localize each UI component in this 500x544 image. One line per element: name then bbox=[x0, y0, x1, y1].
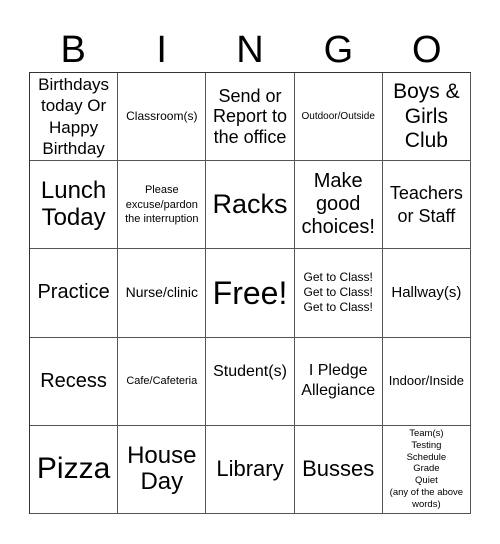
bingo-cell[interactable]: Make good choices! bbox=[294, 161, 383, 250]
header-letter-b: B bbox=[60, 29, 86, 71]
bingo-cell[interactable]: Boys & Girls Club bbox=[382, 73, 471, 162]
bingo-cell[interactable]: Indoor/Inside bbox=[382, 337, 471, 426]
bingo-cell[interactable]: Outdoor/Outside bbox=[294, 73, 383, 162]
bingo-cell[interactable]: Birthdays today Or Happy Birthday bbox=[30, 73, 119, 162]
free-space[interactable]: Free! bbox=[206, 249, 295, 338]
header-letter-n: N bbox=[236, 29, 264, 71]
bingo-cell[interactable]: Busses bbox=[294, 425, 383, 514]
bingo-cell[interactable]: Please excuse/pardon the interruption bbox=[118, 161, 207, 250]
bingo-cell[interactable]: Racks bbox=[206, 161, 295, 250]
bingo-cell[interactable]: Nurse/clinic bbox=[118, 249, 207, 338]
bingo-cell[interactable]: Pizza bbox=[30, 425, 119, 514]
bingo-cell[interactable]: Recess bbox=[30, 337, 119, 426]
bingo-cell[interactable]: Hallway(s) bbox=[382, 249, 471, 338]
header-letter-g: G bbox=[323, 29, 354, 71]
bingo-cell[interactable]: Get to Class! Get to Class! Get to Class… bbox=[294, 249, 383, 338]
header-letter-o: O bbox=[412, 29, 442, 71]
bingo-cell[interactable]: House Day bbox=[118, 425, 207, 514]
header-letter-i: I bbox=[156, 29, 167, 71]
bingo-cell[interactable]: I Pledge Allegiance bbox=[294, 337, 383, 426]
bingo-cell[interactable]: Classroom(s) bbox=[118, 73, 207, 162]
bingo-header: B I N G O bbox=[29, 28, 471, 72]
bingo-cell[interactable]: Send or Report to the office bbox=[206, 73, 295, 162]
bingo-cell[interactable]: Team(s) Testing Schedule Grade Quiet (an… bbox=[382, 425, 471, 514]
bingo-cell[interactable]: Cafe/Cafeteria bbox=[118, 337, 207, 426]
bingo-cell[interactable]: Student(s) bbox=[206, 337, 295, 426]
bingo-cell[interactable]: Practice bbox=[30, 249, 119, 338]
bingo-grid: Birthdays today Or Happy Birthday Classr… bbox=[29, 72, 471, 514]
bingo-cell[interactable]: Teachers or Staff bbox=[382, 161, 471, 250]
bingo-cell[interactable]: Library bbox=[206, 425, 295, 514]
bingo-cell[interactable]: Lunch Today bbox=[30, 161, 119, 250]
